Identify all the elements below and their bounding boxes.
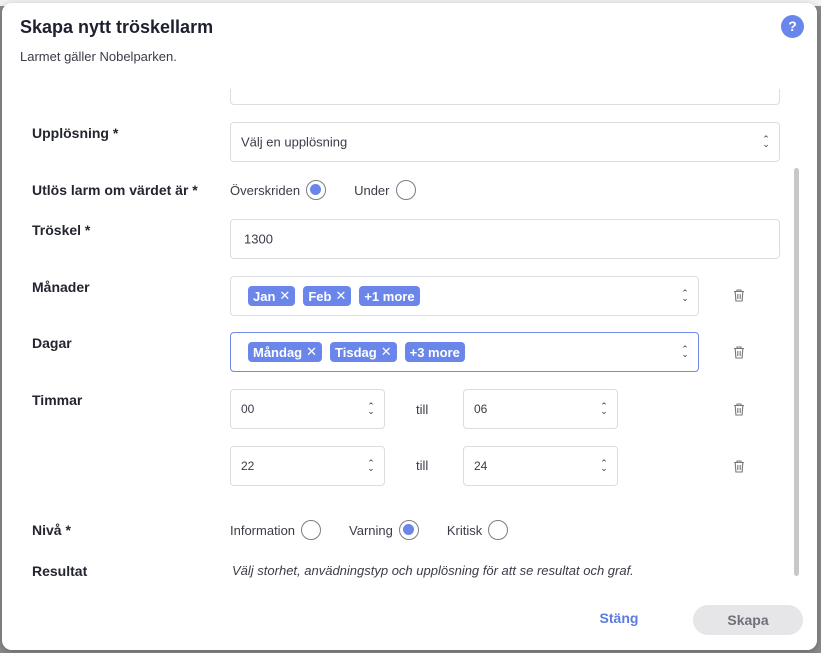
trigger-option-label: Under xyxy=(354,182,390,198)
threshold-label: Tröskel * xyxy=(32,222,91,238)
hours-to-select[interactable]: 06 ⌃ ⌄ xyxy=(463,389,618,429)
days-chips: Måndag ✕ Tisdag ✕ +3 more xyxy=(248,342,473,362)
level-option-label: Varning xyxy=(349,522,393,538)
level-option-label: Kritisk xyxy=(446,522,483,538)
level-option-warning[interactable]: Varning xyxy=(349,520,419,540)
dialog-header: Skapa nytt tröskellarm Larmet gäller Nob… xyxy=(2,3,817,89)
threshold-value: 1300 xyxy=(244,231,273,247)
dialog-body: Upplösning * Välj en upplösning ⌃ ⌄ Utlös… xyxy=(2,89,817,594)
hours-to-select[interactable]: 24 ⌃ ⌄ xyxy=(463,446,618,486)
close-icon[interactable]: ✕ xyxy=(279,288,290,304)
trash-icon[interactable] xyxy=(733,289,745,302)
level-radio-group: Information Varning Kritisk xyxy=(230,520,536,540)
close-icon[interactable]: ✕ xyxy=(381,344,392,360)
close-button[interactable]: Stäng xyxy=(589,603,649,633)
trigger-label: Utlös larm om värdet är * xyxy=(32,182,198,198)
chevron-up-down-icon: ⌃ ⌄ xyxy=(600,458,608,473)
hours-separator: till xyxy=(416,458,429,473)
chip-label: Feb xyxy=(308,288,332,304)
chevron-up-down-icon: ⌃ ⌄ xyxy=(600,401,608,416)
radio-button[interactable] xyxy=(395,180,416,200)
trigger-radio-group: Överskriden Under xyxy=(230,180,444,200)
previous-field[interactable] xyxy=(230,89,780,105)
chip-label: Jan xyxy=(253,288,276,304)
chevron-up-down-icon: ⌃ ⌄ xyxy=(367,458,375,473)
trigger-option-exceeded[interactable]: Överskriden xyxy=(230,180,327,200)
scrollbar[interactable] xyxy=(794,168,799,576)
result-label: Resultat xyxy=(32,563,88,579)
level-option-information[interactable]: Information xyxy=(230,520,322,540)
day-chip: Tisdag ✕ xyxy=(330,342,397,362)
dialog-subtitle: Larmet gäller Nobelparken. xyxy=(20,49,177,64)
trigger-option-under[interactable]: Under xyxy=(354,180,416,200)
threshold-alarm-dialog: Skapa nytt tröskellarm Larmet gäller Nob… xyxy=(2,3,817,650)
hours-from-value: 22 xyxy=(241,459,255,473)
hours-separator: till xyxy=(416,402,429,417)
chip-label: Tisdag xyxy=(335,344,377,360)
level-option-critical[interactable]: Kritisk xyxy=(446,520,509,540)
close-icon[interactable]: ✕ xyxy=(306,344,317,360)
months-label: Månader xyxy=(32,279,90,295)
months-multiselect[interactable]: Jan ✕ Feb ✕ +1 more ⌃ ⌄ xyxy=(230,276,699,316)
days-multiselect[interactable]: Måndag ✕ Tisdag ✕ +3 more ⌃ ⌄ xyxy=(230,332,699,372)
radio-button[interactable] xyxy=(301,520,322,540)
result-hint: Välj storhet, anvädningstyp och upplösni… xyxy=(232,563,634,578)
hours-from-select[interactable]: 00 ⌃ ⌄ xyxy=(230,389,385,429)
trigger-option-label: Överskriden xyxy=(230,182,301,198)
resolution-placeholder: Välj en upplösning xyxy=(241,134,348,150)
chip-label: Måndag xyxy=(253,344,303,360)
close-icon[interactable]: ✕ xyxy=(335,288,346,304)
more-chip[interactable]: +1 more xyxy=(359,286,420,306)
months-chips: Jan ✕ Feb ✕ +1 more xyxy=(248,286,428,306)
month-chip: Jan ✕ xyxy=(248,286,296,306)
more-chip[interactable]: +3 more xyxy=(404,342,465,362)
dialog-title: Skapa nytt tröskellarm xyxy=(20,17,214,37)
hours-label: Timmar xyxy=(32,392,83,408)
radio-button[interactable] xyxy=(488,520,509,540)
chevron-up-down-icon: ⌃ ⌄ xyxy=(681,288,689,303)
trash-icon[interactable] xyxy=(733,346,745,359)
hours-to-value: 24 xyxy=(474,459,488,473)
radio-button-checked[interactable] xyxy=(398,520,419,540)
chevron-up-down-icon: ⌃ ⌄ xyxy=(681,344,689,359)
help-icon[interactable]: ? xyxy=(781,15,804,38)
level-option-label: Information xyxy=(230,522,296,538)
chevron-up-down-icon: ⌃ ⌄ xyxy=(762,134,770,149)
level-label: Nivå * xyxy=(32,522,71,538)
month-chip: Feb ✕ xyxy=(303,286,352,306)
threshold-input[interactable]: 1300 xyxy=(230,219,780,259)
dialog-footer: Stäng Skapa xyxy=(2,594,817,650)
create-button[interactable]: Skapa xyxy=(693,605,803,635)
hours-to-value: 06 xyxy=(474,402,488,416)
radio-button-checked[interactable] xyxy=(306,180,327,200)
trash-icon[interactable] xyxy=(733,460,745,473)
resolution-label: Upplösning * xyxy=(32,125,119,141)
hours-from-value: 00 xyxy=(241,402,255,416)
trash-icon[interactable] xyxy=(733,403,745,416)
day-chip: Måndag ✕ xyxy=(248,342,323,362)
resolution-select[interactable]: Välj en upplösning ⌃ ⌄ xyxy=(230,122,780,162)
hours-from-select[interactable]: 22 ⌃ ⌄ xyxy=(230,446,385,486)
chevron-up-down-icon: ⌃ ⌄ xyxy=(367,401,375,416)
days-label: Dagar xyxy=(32,335,72,351)
